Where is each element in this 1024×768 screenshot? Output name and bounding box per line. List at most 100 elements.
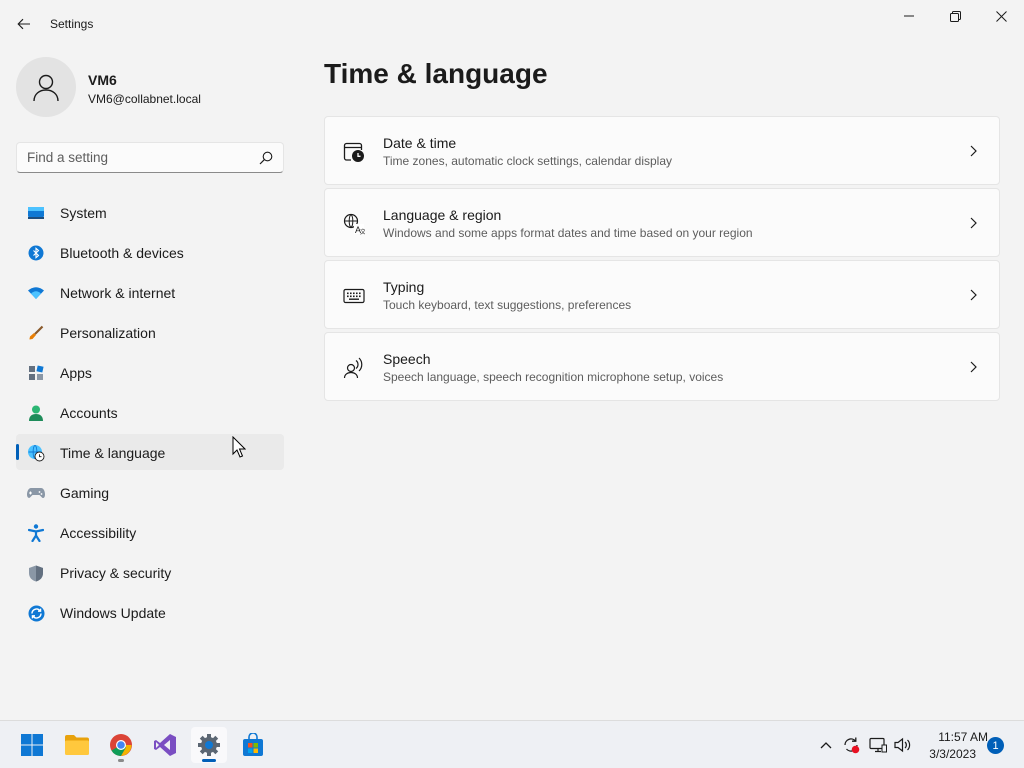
minimize-icon: [904, 15, 914, 17]
network-monitor-icon: [869, 737, 887, 753]
store-icon: [243, 733, 263, 756]
card-speech[interactable]: Speech Speech language, speech recogniti…: [324, 332, 1000, 401]
volume-tray[interactable]: [892, 721, 914, 768]
sidebar-item-gaming[interactable]: Gaming: [16, 474, 284, 510]
card-subtitle: Time zones, automatic clock settings, ca…: [383, 154, 673, 168]
taskbar-settings[interactable]: [191, 727, 227, 763]
chevron-right-icon: [970, 289, 977, 301]
page-title: Time & language: [324, 58, 548, 89]
sidebar-item-label: Apps: [60, 365, 92, 381]
sidebar-item-bluetooth[interactable]: Bluetooth & devices: [16, 234, 284, 270]
sidebar-item-label: System: [60, 205, 107, 221]
chrome-icon: [110, 734, 132, 756]
apps-icon: [27, 364, 45, 382]
card-subtitle: Touch keyboard, text suggestions, prefer…: [383, 298, 632, 312]
visual-studio-icon: [154, 734, 176, 756]
running-indicator: [118, 759, 124, 762]
sidebar-item-label: Windows Update: [60, 605, 166, 621]
windows-logo-icon: [21, 734, 43, 756]
sidebar-item-label: Privacy & security: [60, 565, 172, 581]
close-button[interactable]: [978, 0, 1024, 32]
folder-icon: [65, 735, 89, 755]
sidebar-item-label: Time & language: [60, 445, 166, 461]
sidebar-item-system[interactable]: System: [16, 194, 284, 230]
start-button[interactable]: [14, 727, 50, 763]
bluetooth-icon: [27, 244, 45, 262]
window-title: Settings: [50, 17, 94, 31]
sync-status-tray[interactable]: [840, 721, 862, 768]
keyboard-icon: [343, 285, 365, 307]
language-icon: A文: [343, 213, 365, 235]
sidebar-item-accessibility[interactable]: Accessibility: [16, 514, 284, 550]
user-name: VM6: [88, 72, 117, 88]
svg-text:文: 文: [360, 228, 365, 235]
card-title: Speech: [383, 351, 431, 367]
card-date-time[interactable]: Date & time Time zones, automatic clock …: [324, 116, 1000, 185]
taskbar: 11:57 AM 3/3/2023 1: [0, 720, 1024, 768]
card-language-region[interactable]: A文 Language & region Windows and some ap…: [324, 188, 1000, 257]
card-subtitle: Windows and some apps format dates and t…: [383, 226, 753, 240]
avatar[interactable]: [16, 57, 76, 117]
person-icon: [33, 74, 59, 102]
sidebar-item-windows-update[interactable]: Windows Update: [16, 594, 284, 630]
chevron-right-icon: [970, 361, 977, 373]
mouse-cursor-icon: [232, 436, 246, 458]
restore-icon: [949, 10, 961, 22]
close-icon: [995, 10, 1007, 22]
update-icon: [27, 604, 45, 622]
search-box[interactable]: [16, 142, 284, 173]
chevron-right-icon: [970, 145, 977, 157]
sidebar-item-network[interactable]: Network & internet: [16, 274, 284, 310]
network-tray[interactable]: [867, 721, 889, 768]
show-hidden-icons-button[interactable]: [816, 721, 836, 768]
back-arrow-icon: [17, 18, 30, 30]
taskbar-file-explorer[interactable]: [59, 727, 95, 763]
sidebar-item-accounts[interactable]: Accounts: [16, 394, 284, 430]
gamepad-icon: [27, 484, 45, 502]
card-title: Typing: [383, 279, 425, 295]
sidebar-item-personalization[interactable]: Personalization: [16, 314, 284, 350]
sidebar-item-label: Personalization: [60, 325, 156, 341]
card-title: Language & region: [383, 207, 502, 223]
card-typing[interactable]: Typing Touch keyboard, text suggestions,…: [324, 260, 1000, 329]
taskbar-microsoft-store[interactable]: [235, 727, 271, 763]
wifi-icon: [27, 284, 45, 302]
calendar-clock-icon: [343, 141, 365, 163]
shield-icon: [27, 564, 45, 582]
chevron-up-icon: [820, 742, 832, 749]
sidebar-item-label: Network & internet: [60, 285, 176, 301]
title-bar: Settings: [0, 0, 1024, 48]
globe-clock-icon: [27, 444, 45, 462]
taskbar-visual-studio[interactable]: [147, 727, 183, 763]
sidebar-item-privacy[interactable]: Privacy & security: [16, 554, 284, 590]
sidebar-nav: System Bluetooth & devices Network & int…: [16, 194, 284, 634]
sidebar-item-label: Gaming: [60, 485, 110, 501]
card-subtitle: Speech language, speech recognition micr…: [383, 370, 724, 384]
clock-time: 11:57 AM: [938, 730, 988, 744]
speech-icon: [343, 357, 365, 379]
active-app-indicator: [202, 759, 216, 762]
restore-button[interactable]: [932, 0, 978, 32]
minimize-button[interactable]: [886, 0, 932, 32]
card-title: Date & time: [383, 135, 457, 151]
sidebar-item-apps[interactable]: Apps: [16, 354, 284, 390]
notification-badge[interactable]: 1: [987, 737, 1004, 754]
sync-alert-icon: [844, 737, 860, 754]
volume-icon: [894, 737, 911, 753]
sidebar-item-label: Bluetooth & devices: [60, 245, 184, 261]
user-email: VM6@collabnet.local: [88, 92, 201, 106]
sidebar-item-label: Accessibility: [60, 525, 137, 541]
search-icon[interactable]: [259, 151, 273, 165]
person-icon: [27, 404, 45, 422]
gear-icon: [198, 734, 220, 756]
back-button[interactable]: [10, 10, 38, 38]
search-input[interactable]: [17, 143, 247, 172]
system-icon: [27, 204, 45, 222]
taskbar-chrome[interactable]: [103, 727, 139, 763]
brush-icon: [27, 324, 45, 342]
settings-cards: Date & time Time zones, automatic clock …: [324, 116, 1000, 404]
sidebar-item-label: Accounts: [60, 405, 118, 421]
chevron-right-icon: [970, 217, 977, 229]
accessibility-icon: [27, 524, 45, 542]
clock-date: 3/3/2023: [929, 747, 976, 761]
